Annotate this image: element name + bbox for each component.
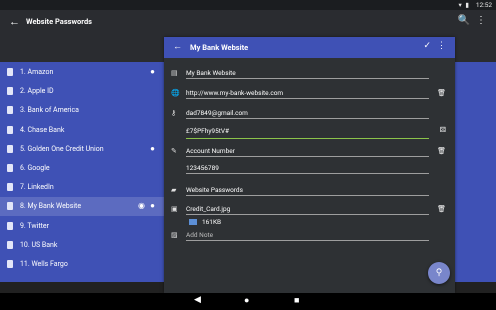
delete-account-icon[interactable]: 🗑: [437, 147, 446, 155]
list-item-label: 8. My Bank Website: [20, 202, 82, 211]
list-item[interactable]: 6. Google: [0, 159, 164, 178]
list-item[interactable]: 5. Golden One Credit Union ●: [0, 140, 164, 159]
person-icon: ●: [150, 201, 155, 211]
attach-fab-button[interactable]: ⚲: [428, 262, 450, 284]
password-field[interactable]: £7$PFhy95tV#: [186, 127, 429, 139]
url-field[interactable]: http://www.my-bank-website.com: [186, 89, 429, 99]
delete-attachment-icon[interactable]: 🗑: [437, 205, 446, 213]
app-title: Website Passwords: [26, 17, 93, 26]
globe-icon: 🌐: [171, 89, 180, 97]
document-icon: [7, 125, 13, 134]
attachment-thumbnail[interactable]: [189, 219, 197, 225]
list-item-label: 11. Wells Fargo: [20, 260, 68, 268]
nav-home-icon[interactable]: ●: [244, 295, 249, 306]
name-field[interactable]: My Bank Website: [186, 69, 429, 79]
list-item-label: 7. LinkedIn: [20, 183, 54, 192]
eye-icon: ◉: [138, 201, 145, 211]
document-icon: [7, 183, 13, 192]
document-icon: ▤: [171, 69, 178, 77]
nav-recent-icon[interactable]: ■: [294, 295, 299, 306]
paperclip-icon: ⚲: [435, 268, 443, 278]
list-item[interactable]: 3. Bank of America: [0, 101, 164, 120]
list-item-label: 5. Golden One Credit Union: [20, 144, 104, 153]
list-item-label: 9. Twitter: [20, 221, 49, 230]
status-time: 12:52: [475, 1, 492, 9]
navigation-bar: ◀ ● ■: [0, 293, 496, 310]
list-item[interactable]: 8. My Bank Website ● ◉: [0, 197, 164, 217]
person-icon: ●: [150, 67, 155, 76]
detail-back-icon[interactable]: ←: [173, 41, 182, 52]
search-icon[interactable]: 🔍: [458, 15, 470, 26]
attachment-field[interactable]: Credit_Card.jpg: [186, 205, 429, 215]
status-icons: ▾ ▮: [458, 1, 470, 9]
note-icon: ▨: [171, 231, 178, 239]
status-bar: ▾ ▮ 12:52: [0, 0, 496, 10]
more-options-icon[interactable]: ⋮: [476, 15, 486, 26]
person-icon: ●: [150, 143, 155, 153]
back-arrow-icon[interactable]: ←: [9, 15, 20, 28]
delete-url-icon[interactable]: 🗑: [437, 89, 446, 97]
pencil-icon: ✎: [171, 147, 177, 155]
list-item[interactable]: 1. Amazon ●: [0, 63, 164, 82]
detail-title: My Bank Website: [190, 43, 249, 52]
account-value-field[interactable]: 123456789: [186, 164, 429, 174]
folder-icon: ▰: [171, 186, 177, 194]
document-icon: [7, 68, 13, 76]
username-field[interactable]: dad7849@gmail.com: [186, 109, 429, 119]
folder-field[interactable]: Website Passwords: [186, 186, 429, 196]
document-icon: [7, 144, 13, 153]
list-item[interactable]: 2. Apple ID: [0, 82, 164, 101]
image-icon: ▣: [171, 205, 178, 213]
save-check-icon[interactable]: ✓: [423, 41, 431, 51]
password-generator-icon[interactable]: ⚄: [440, 126, 446, 134]
note-field[interactable]: Add Note: [186, 231, 429, 241]
detail-more-icon[interactable]: ⋮: [437, 41, 446, 51]
document-icon: [7, 164, 13, 172]
list-item-label: 4. Chase Bank: [20, 125, 65, 134]
key-icon: ⚷: [171, 109, 177, 117]
nav-back-icon[interactable]: ◀: [194, 295, 201, 305]
list-item-label: 10. US Bank: [20, 240, 58, 249]
document-icon: [7, 260, 13, 268]
list-item-label: 6. Google: [20, 164, 50, 172]
list-item[interactable]: 4. Chase Bank: [0, 121, 164, 140]
document-icon: [7, 87, 13, 96]
list-item-label: 3. Bank of America: [20, 106, 79, 115]
attachment-size: 161KB: [202, 218, 222, 226]
list-item[interactable]: 10. US Bank: [0, 236, 164, 255]
list-item-label: 1. Amazon: [20, 68, 54, 76]
document-icon: [7, 202, 13, 211]
document-icon: [7, 106, 13, 115]
detail-header: ← My Bank Website ✓ ⋮: [164, 37, 455, 58]
detail-panel: ← My Bank Website ✓ ⋮ ▤ My Bank Website …: [164, 37, 455, 293]
account-label-field[interactable]: Account Number: [186, 147, 429, 157]
list-item-label: 2. Apple ID: [20, 87, 54, 96]
document-icon: [7, 221, 13, 230]
list-item[interactable]: 11. Wells Fargo: [0, 255, 164, 274]
document-icon: [7, 240, 13, 249]
entry-list: 1. Amazon ● 2. Apple ID 3. Bank of America 4…: [0, 62, 164, 282]
list-item[interactable]: 9. Twitter: [0, 217, 164, 236]
list-item[interactable]: 7. LinkedIn: [0, 178, 164, 197]
